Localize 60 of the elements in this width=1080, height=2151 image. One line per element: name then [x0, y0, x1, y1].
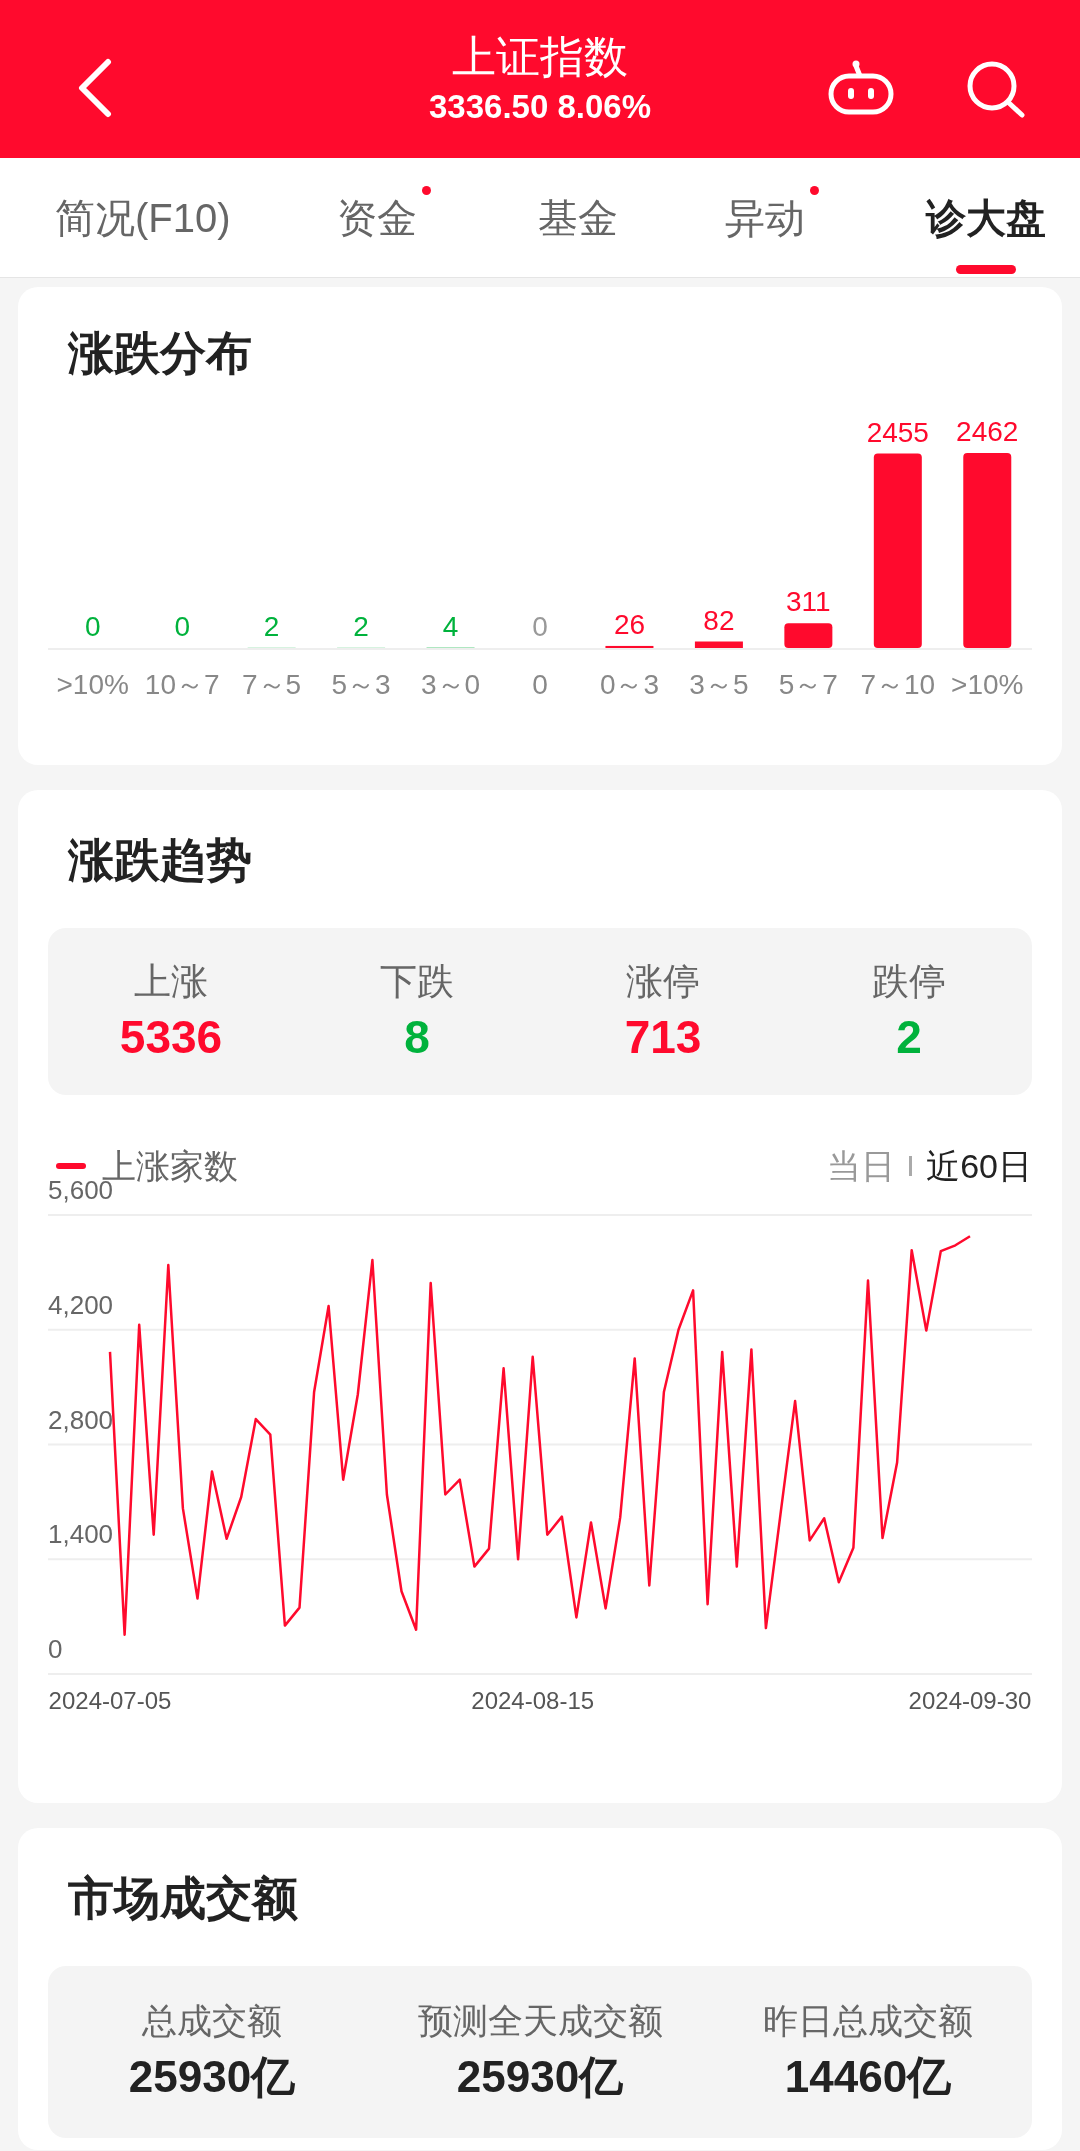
value-label: 0: [174, 611, 190, 642]
stat-label: 总成交额: [142, 2000, 282, 2042]
stat-value: 8: [404, 1009, 430, 1065]
stat-label: 跌停: [872, 959, 946, 1004]
tab[interactable]: 资金: [337, 157, 432, 278]
stat-value: 2: [896, 1009, 922, 1065]
page-title: 上证指数: [452, 31, 628, 83]
tab[interactable]: 基金: [538, 157, 619, 278]
value-label: 2455: [866, 416, 929, 448]
range-toggle[interactable]: 近60日: [926, 1140, 1032, 1192]
date-label: 2024-09-30: [908, 1687, 1032, 1714]
value-label: 311: [786, 586, 831, 618]
stat-label: 上涨: [134, 959, 208, 1004]
category-label: 10～7: [144, 669, 220, 700]
bar: [784, 623, 833, 648]
bar: [605, 645, 654, 648]
value-label: 82: [703, 604, 735, 636]
stat-label: 预测全天成交额: [417, 2000, 663, 2042]
section-title: 涨跌趋势: [66, 833, 253, 888]
stat-value: 25930亿: [456, 2051, 624, 2103]
axis-label: 0: [48, 1634, 63, 1664]
axis-label: 4,200: [48, 1289, 114, 1320]
robot-icon[interactable]: [826, 58, 896, 116]
stat-label: 昨日总成交额: [763, 2000, 973, 2042]
value-label: 2462: [956, 416, 1019, 447]
value-label: 2: [263, 610, 280, 642]
category-label: >10%: [951, 669, 1024, 700]
index-quote: 3336.50 8.06%: [429, 87, 651, 127]
stat-label: 涨停: [626, 959, 700, 1004]
axis-label: 1,400: [48, 1519, 114, 1550]
back-icon[interactable]: [76, 58, 112, 118]
date-label: 2024-07-05: [48, 1687, 172, 1714]
category-label: 5～7: [778, 669, 838, 700]
stat-value: 713: [624, 1009, 702, 1065]
category-label: 3～0: [420, 669, 481, 700]
stat-value: 14460亿: [784, 2051, 952, 2103]
bar: [694, 641, 743, 648]
value-label: 26: [613, 608, 646, 640]
stat-label: 下跌: [380, 959, 454, 1004]
category-label: 0～3: [599, 669, 660, 700]
category-label: 5～3: [331, 669, 391, 700]
stat-value: 5336: [119, 1009, 223, 1065]
tab[interactable]: 异动: [725, 157, 820, 278]
value-label: 0: [84, 611, 101, 642]
stat-value: 25930亿: [128, 2051, 296, 2103]
value-label: 2: [353, 610, 369, 642]
axis-label: 2,800: [48, 1404, 114, 1435]
category-label: 0: [532, 669, 548, 700]
date-label: 2024-08-15: [471, 1687, 595, 1714]
tab[interactable]: 简况(F10): [55, 157, 231, 278]
tab[interactable]: 诊大盘: [925, 157, 1046, 278]
category-label: 7～10: [860, 669, 936, 700]
section-title: 市场成交额: [67, 1871, 299, 1926]
category-label: >10%: [56, 669, 129, 700]
category-label: 3～5: [689, 669, 749, 700]
category-label: 7～5: [242, 669, 302, 700]
search-icon[interactable]: [966, 60, 1026, 118]
value-label: 4: [442, 610, 459, 642]
value-label: 0: [532, 611, 548, 642]
section-title: 涨跌分布: [66, 326, 253, 381]
